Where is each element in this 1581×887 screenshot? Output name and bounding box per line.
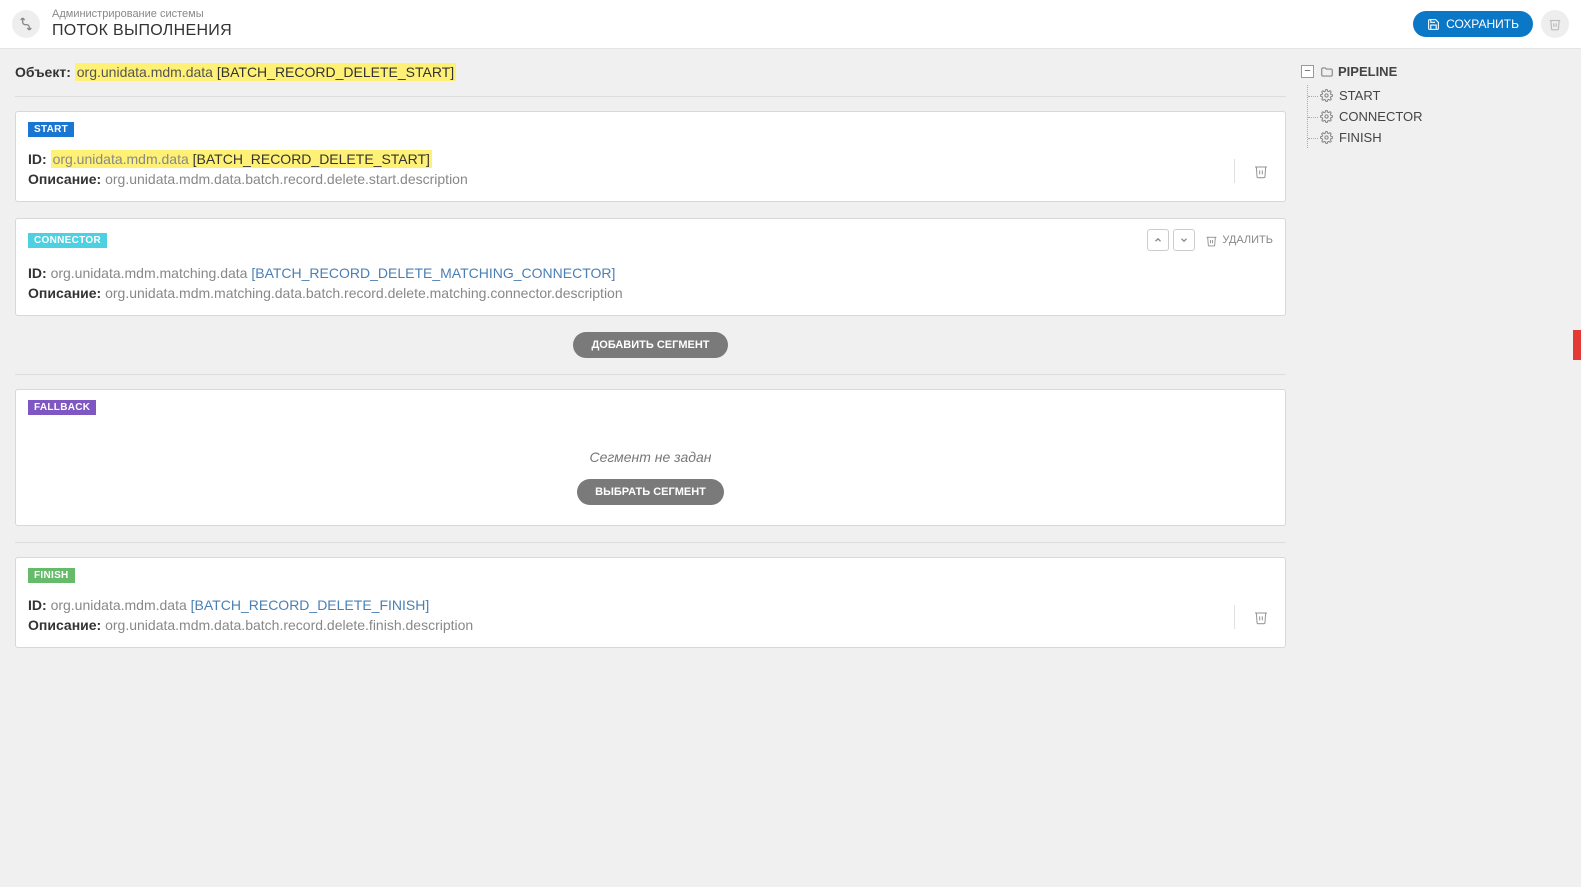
- object-namespace: org.unidata.mdm.data: [77, 64, 213, 80]
- start-id-namespace: org.unidata.mdm.data: [51, 150, 193, 168]
- segment-card-finish: FINISH ID: org.unidata.mdm.data [BATCH_R…: [15, 557, 1286, 648]
- id-label: ID:: [28, 151, 47, 167]
- delete-connector-link[interactable]: УДАЛИТЬ: [1205, 234, 1273, 247]
- tree-root-label: PIPELINE: [1338, 64, 1397, 79]
- add-segment-button[interactable]: ДОБАВИТЬ СЕГМЕНТ: [573, 332, 727, 358]
- folder-icon: [1320, 65, 1334, 79]
- finish-id-namespace: org.unidata.mdm.data: [51, 597, 191, 613]
- tree-root-pipeline[interactable]: − PIPELINE: [1301, 64, 1566, 79]
- connector-description: org.unidata.mdm.matching.data.batch.reco…: [105, 285, 623, 301]
- gear-icon: [1320, 110, 1333, 123]
- divider: [15, 374, 1286, 375]
- save-button[interactable]: СОХРАНИТЬ: [1413, 11, 1533, 37]
- tree-collapse-icon[interactable]: −: [1301, 65, 1314, 78]
- pipeline-tree: − PIPELINE START: [1301, 64, 1566, 148]
- tree-item-finish[interactable]: FINISH: [1320, 127, 1566, 148]
- start-description: org.unidata.mdm.data.batch.record.delete…: [105, 171, 468, 187]
- description-label: Описание:: [28, 617, 101, 633]
- tree-item-label: CONNECTOR: [1339, 109, 1423, 124]
- object-label: Объект:: [15, 64, 71, 80]
- segment-card-connector: CONNECTOR УДАЛИТЬ: [15, 218, 1286, 316]
- edge-flag[interactable]: [1573, 330, 1581, 360]
- segment-card-fallback: FALLBACK Сегмент не задан ВЫБРАТЬ СЕГМЕН…: [15, 389, 1286, 526]
- fallback-not-set-text: Сегмент не задан: [28, 449, 1273, 465]
- tree-item-label: START: [1339, 88, 1380, 103]
- delete-pipeline-button[interactable]: [1541, 10, 1569, 38]
- divider: [15, 96, 1286, 97]
- choose-segment-button[interactable]: ВЫБРАТЬ СЕГМЕНТ: [577, 479, 724, 505]
- trash-icon: [1253, 609, 1269, 625]
- segment-tag-fallback: FALLBACK: [28, 400, 96, 415]
- page-title: ПОТОК ВЫПОЛНЕНИЯ: [52, 21, 1413, 40]
- divider: [15, 542, 1286, 543]
- tree-item-connector[interactable]: CONNECTOR: [1320, 106, 1566, 127]
- move-up-button[interactable]: [1147, 229, 1169, 251]
- connector-id-namespace: org.unidata.mdm.matching.data: [51, 265, 252, 281]
- trash-icon: [1253, 163, 1269, 179]
- finish-id-code: [BATCH_RECORD_DELETE_FINISH]: [191, 597, 430, 613]
- save-button-label: СОХРАНИТЬ: [1446, 17, 1519, 31]
- segment-tag-finish: FINISH: [28, 568, 75, 583]
- delete-finish-button[interactable]: [1249, 605, 1273, 629]
- save-icon: [1427, 18, 1440, 31]
- chevron-down-icon: [1179, 235, 1189, 245]
- object-line: Объект: org.unidata.mdm.data [BATCH_RECO…: [15, 64, 1286, 80]
- start-id-code: [BATCH_RECORD_DELETE_START]: [193, 150, 432, 168]
- trash-icon: [1205, 234, 1218, 247]
- gear-icon: [1320, 89, 1333, 102]
- id-label: ID:: [28, 597, 47, 613]
- trash-icon: [1548, 17, 1562, 31]
- object-code: [BATCH_RECORD_DELETE_START]: [217, 64, 454, 80]
- finish-description: org.unidata.mdm.data.batch.record.delete…: [105, 617, 473, 633]
- page-header: Администрирование системы ПОТОК ВЫПОЛНЕН…: [0, 0, 1581, 49]
- delete-start-button[interactable]: [1249, 159, 1273, 183]
- chevron-up-icon: [1153, 235, 1163, 245]
- description-label: Описание:: [28, 285, 101, 301]
- id-label: ID:: [28, 265, 47, 281]
- move-down-button[interactable]: [1173, 229, 1195, 251]
- delete-link-label: УДАЛИТЬ: [1222, 234, 1273, 246]
- header-subtitle: Администрирование системы: [52, 8, 1413, 21]
- segment-tag-connector: CONNECTOR: [28, 233, 107, 248]
- segment-card-start: START ID: org.unidata.mdm.data [BATCH_RE…: [15, 111, 1286, 202]
- connector-id-code: [BATCH_RECORD_DELETE_MATCHING_CONNECTOR]: [251, 265, 615, 281]
- tree-item-start[interactable]: START: [1320, 85, 1566, 106]
- gear-icon: [1320, 131, 1333, 144]
- pipeline-icon: [12, 10, 40, 38]
- tree-item-label: FINISH: [1339, 130, 1382, 145]
- description-label: Описание:: [28, 171, 101, 187]
- segment-tag-start: START: [28, 122, 74, 137]
